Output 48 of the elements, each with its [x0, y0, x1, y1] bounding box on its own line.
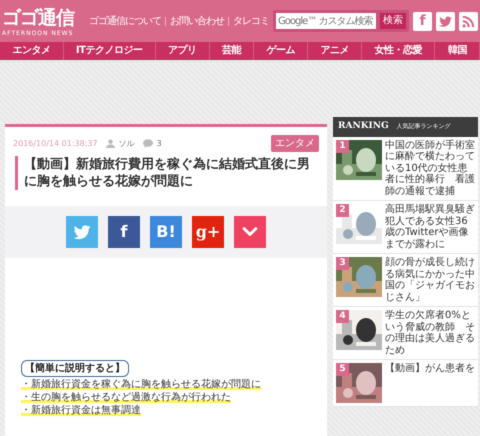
rank-number: 1: [336, 140, 349, 152]
twitter-header-button[interactable]: [436, 12, 455, 30]
rank-number: 3: [336, 257, 349, 270]
user-icon: [106, 139, 115, 148]
nav-tab[interactable]: アニメ: [308, 42, 362, 60]
nav-tab[interactable]: 女性・恋愛: [362, 42, 436, 60]
search-button[interactable]: 検索: [380, 13, 406, 29]
facebook-header-button[interactable]: f: [413, 12, 432, 30]
ranking-title-text: 中国の医師が手術室に麻酔で横たわっている10代の女性患者に性的暴行 看護師の通報で逮捕: [385, 140, 475, 197]
ranking-item[interactable]: 4 学生の欠席者0%という脅威の教師 その理由は美人過ぎるため: [333, 307, 478, 360]
googleplus-share-button[interactable]: g+: [192, 216, 224, 248]
nav-tab[interactable]: アプリ: [156, 42, 210, 60]
nav-tab[interactable]: ITテクノロジー: [64, 42, 156, 60]
twitter-share-button[interactable]: [66, 216, 98, 248]
comment-icon: [142, 139, 153, 148]
ranking-item[interactable]: 5 【動画】がん患者を: [333, 360, 478, 407]
author-name[interactable]: ソル: [118, 138, 135, 150]
nav-tab[interactable]: 韓国: [435, 42, 480, 60]
header-link[interactable]: お問い合わせ: [170, 14, 224, 28]
hatena-share-button[interactable]: B!: [150, 216, 182, 248]
comment-count: 3: [156, 138, 162, 150]
ranking-item[interactable]: 3 顔の骨が成長し続ける病気にかかった中国の「ジャガイモおじさん」: [333, 254, 478, 307]
facebook-share-button[interactable]: f: [108, 216, 140, 248]
header-link[interactable]: タレコミ: [233, 14, 269, 28]
article-title: 【動画】新婚旅行費用を稼ぐ為に結婚式直後に男に胸を触らせる花嫁が問題に: [15, 156, 317, 190]
nav-tab[interactable]: ゲーム: [254, 42, 308, 60]
pocket-share-button[interactable]: [234, 216, 266, 248]
ranking-item[interactable]: 1 中国の医師が手術室に麻酔で横たわっている10代の女性患者に性的暴行 看護師の通報で逮捕: [333, 136, 478, 201]
ranking-title: RANKING: [338, 120, 389, 133]
rank-number: 4: [336, 310, 349, 323]
ranking-title-text: 高田馬場駅異臭騒ぎ犯人である女性36歳のTwitterや画像までが露わに: [385, 204, 475, 250]
ranking-title-text: 学生の欠席者0%という脅威の教師 その理由は美人過ぎるため: [385, 310, 475, 356]
category-tag[interactable]: エンタメ: [271, 135, 319, 152]
summary-heading: 【簡単に説明すると】: [21, 360, 129, 377]
post-date: 2016/10/14 01:38:37: [13, 138, 98, 150]
ranking-title-text: 【動画】がん患者を: [385, 363, 475, 376]
rss-header-button[interactable]: [459, 12, 478, 30]
nav-tab[interactable]: エンタメ: [0, 42, 64, 60]
ranking-title-text: 顔の骨が成長し続ける病気にかかった中国の「ジャガイモおじさん」: [385, 257, 475, 303]
search-field[interactable]: Google™ カスタム検索: [276, 13, 376, 29]
bird-icon: [438, 14, 453, 28]
rss-icon: [461, 14, 476, 28]
header-link[interactable]: ゴゴ通信について: [89, 14, 161, 28]
site-logo[interactable]: ゴゴ通信: [2, 6, 74, 30]
rank-number: 5: [336, 363, 349, 376]
ranking-item[interactable]: 2 高田馬場駅異臭騒ぎ犯人である女性36歳のTwitterや画像までが露わに: [333, 201, 478, 254]
nav-tab[interactable]: 芸能: [210, 42, 254, 60]
rank-number: 2: [336, 204, 349, 217]
